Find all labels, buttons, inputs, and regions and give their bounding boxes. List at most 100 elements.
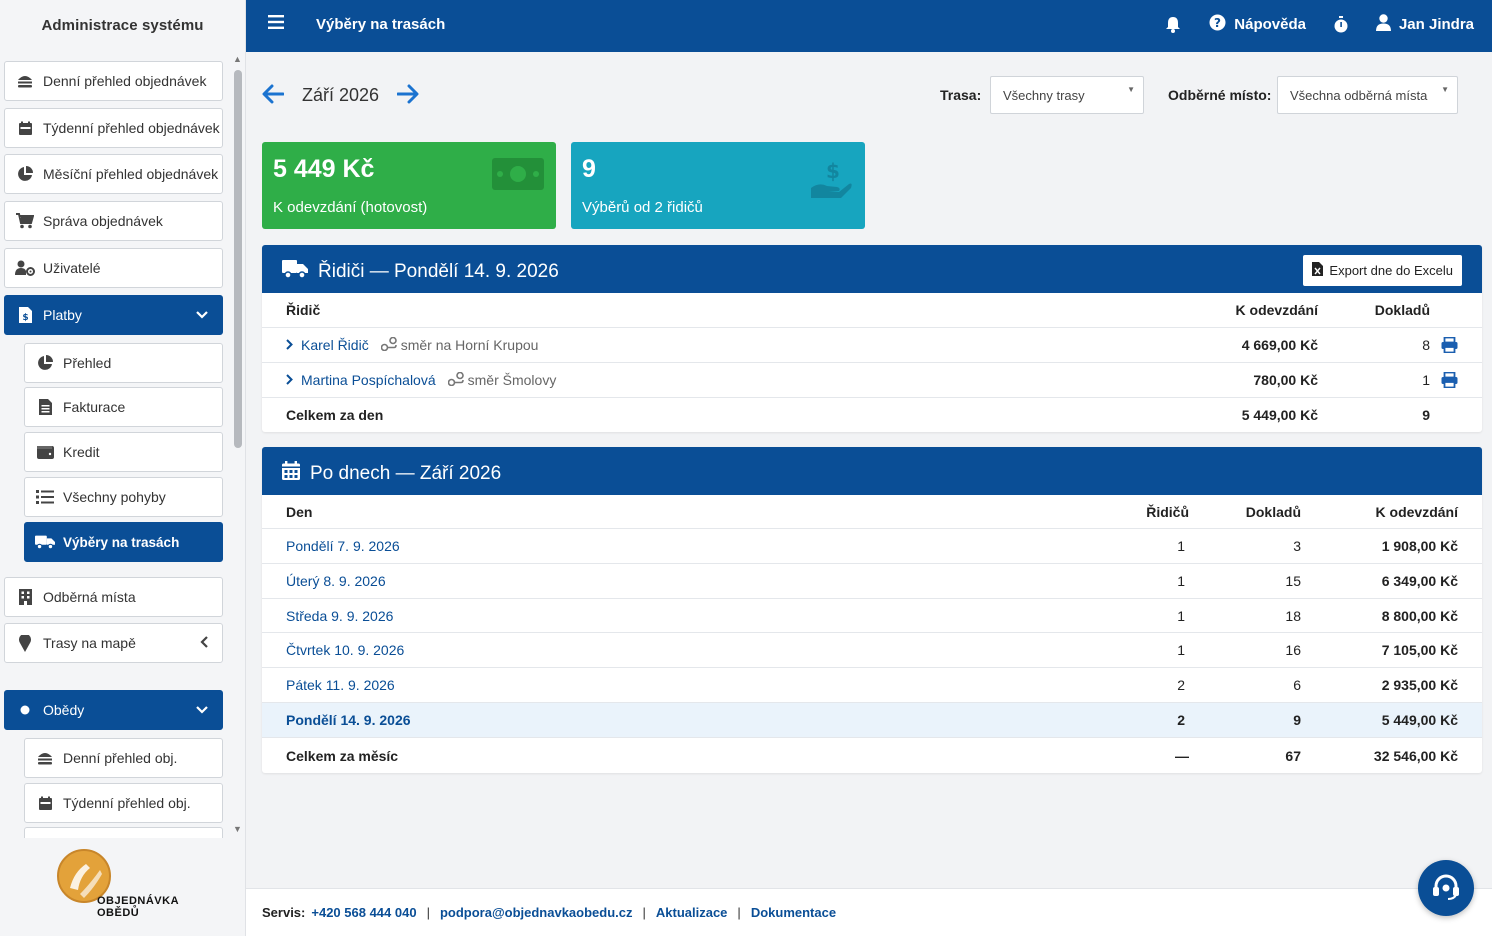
sidebar-menu: Denní přehled objednávek Týdenní přehled… xyxy=(0,52,246,838)
driver-route: směr na Horní Krupou xyxy=(400,337,539,353)
truck-icon xyxy=(35,533,55,551)
day-amount: 8 800,00 Kč xyxy=(1381,607,1458,624)
col-driver: Řidič xyxy=(286,302,321,318)
driver-docs: 1 xyxy=(1422,372,1430,388)
app-logo: OBJEDNÁVKA OBĚDŮ xyxy=(56,848,196,928)
sidebar-subitem-invoicing[interactable]: Fakturace xyxy=(24,387,223,427)
sidebar-item-users[interactable]: Uživatelé xyxy=(4,248,223,288)
table-row[interactable]: Středa 9. 9. 2026 1 18 8 800,00 Kč xyxy=(262,599,1482,633)
day-amount: 7 105,00 Kč xyxy=(1381,642,1458,658)
sidebar-item-routes-map[interactable]: Trasy na mapě xyxy=(4,623,223,663)
scroll-down-arrow[interactable]: ▼ xyxy=(233,824,242,834)
day-link[interactable]: Středa 9. 9. 2026 xyxy=(286,599,393,632)
route-icon xyxy=(380,336,397,354)
table-row-selected[interactable]: Pondělí 14. 9. 2026 2 9 5 449,00 Kč xyxy=(262,703,1482,738)
chevron-down-icon xyxy=(196,703,208,717)
sidebar-item-label: Denní přehled objednávek xyxy=(43,73,207,89)
pickup-select-value: Všechna odběrná místa xyxy=(1290,87,1428,103)
route-select[interactable]: Všechny trasy ▼ xyxy=(990,76,1144,114)
chevron-right-icon[interactable] xyxy=(286,372,293,388)
day-link[interactable]: Pondělí 14. 9. 2026 xyxy=(286,703,411,737)
drivers-table-header: Řidič K odevzdání Dokladů xyxy=(262,293,1482,328)
sidebar-subitem-credit[interactable]: Kredit xyxy=(24,432,223,472)
support-chat-button[interactable] xyxy=(1418,860,1474,916)
help-link[interactable]: ? Nápověda xyxy=(1209,14,1306,35)
table-row[interactable]: Čtvrtek 10. 9. 2026 1 16 7 105,00 Kč xyxy=(262,633,1482,668)
notifications-bell-icon[interactable] xyxy=(1165,16,1181,33)
days-total-row: Celkem za měsíc — 67 32 546,00 Kč xyxy=(262,738,1482,773)
calendar-week-icon xyxy=(35,794,55,812)
col-drivers: Řidičů xyxy=(1146,503,1189,520)
total-docs: 9 xyxy=(1422,407,1430,423)
sidebar-item-payments[interactable]: $ Platby xyxy=(4,295,223,335)
separator: | xyxy=(426,905,430,920)
user-name: Jan Jindra xyxy=(1398,16,1474,33)
export-excel-button[interactable]: Export dne do Excelu xyxy=(1303,255,1462,286)
days-panel-header: Po dnech — Září 2026 xyxy=(262,447,1482,495)
users-gear-icon xyxy=(15,259,35,277)
phone-link[interactable]: +420 568 444 040 xyxy=(311,905,416,920)
day-link[interactable]: Pátek 11. 9. 2026 xyxy=(286,668,395,702)
stopwatch-icon[interactable] xyxy=(1334,16,1348,33)
sidebar-item-lunches[interactable]: Obědy xyxy=(4,690,223,730)
sidebar-item-monthly-orders[interactable]: Měsíční přehled objednávek xyxy=(4,154,223,194)
sidebar-subitem-daily-lunch-orders[interactable]: Denní přehled obj. xyxy=(24,738,223,778)
svg-text:$: $ xyxy=(22,313,28,323)
day-link[interactable]: Čtvrtek 10. 9. 2026 xyxy=(286,633,404,667)
day-docs: 16 xyxy=(1285,642,1301,658)
sidebar-subitem-route-collections[interactable]: Výběry na trasách xyxy=(24,522,223,562)
driver-name-link[interactable]: Karel Řidič xyxy=(301,337,369,353)
email-link[interactable]: podpora@objednavkaobedu.cz xyxy=(440,905,633,920)
prev-month-arrow-icon[interactable] xyxy=(262,84,285,107)
days-panel: Po dnech — Září 2026 Den Řidičů Dokladů … xyxy=(262,447,1482,773)
building-icon xyxy=(15,588,35,606)
sidebar-item-daily-orders[interactable]: Denní přehled objednávek xyxy=(4,61,223,101)
help-label: Nápověda xyxy=(1234,16,1306,33)
day-link[interactable]: Úterý 8. 9. 2026 xyxy=(286,564,386,598)
card-label: K odevzdání (hotovost) xyxy=(273,199,428,216)
question-circle-icon: ? xyxy=(1209,14,1226,35)
menu-toggle-icon[interactable] xyxy=(268,15,284,32)
table-row[interactable]: Martina Pospíchalová směr Šmolovy 780,00… xyxy=(262,363,1482,398)
table-row[interactable]: Pondělí 7. 9. 2026 1 3 1 908,00 Kč xyxy=(262,529,1482,564)
print-icon[interactable] xyxy=(1441,363,1458,397)
print-icon[interactable] xyxy=(1441,328,1458,362)
drivers-panel-header: Řidiči — Pondělí 14. 9. 2026 Export dne … xyxy=(262,245,1482,293)
chevron-down-icon xyxy=(196,308,208,322)
total-label: Celkem za měsíc xyxy=(286,747,399,764)
card-value: 9 xyxy=(582,155,596,183)
sidebar-item-label: Výběry na trasách xyxy=(63,534,180,550)
sidebar-item-weekly-orders[interactable]: Týdenní přehled objednávek xyxy=(4,108,223,148)
sidebar-scrollbar[interactable] xyxy=(234,70,242,448)
user-menu[interactable]: Jan Jindra xyxy=(1375,14,1474,35)
table-row[interactable]: Karel Řidič směr na Horní Krupou 4 669,0… xyxy=(262,328,1482,363)
sidebar-subitem-weekly-lunch-orders[interactable]: Týdenní přehled obj. xyxy=(24,783,223,823)
route-select-value: Všechny trasy xyxy=(1003,87,1085,103)
sidebar-item-label: Týdenní přehled objednávek xyxy=(43,120,220,136)
documentation-link[interactable]: Dokumentace xyxy=(751,905,836,920)
calendar-days-icon xyxy=(282,461,310,486)
day-docs: 9 xyxy=(1293,712,1301,728)
sidebar-item-pickup-points[interactable]: Odběrná místa xyxy=(4,577,223,617)
next-month-arrow-icon[interactable] xyxy=(396,84,419,107)
total-amount: 5 449,00 Kč xyxy=(1241,407,1318,423)
sidebar-subitem-next[interactable] xyxy=(24,827,223,838)
col-amount: K odevzdání xyxy=(1375,503,1458,520)
month-navigation: Září 2026 xyxy=(262,84,419,107)
chevron-right-icon[interactable] xyxy=(286,337,293,353)
driver-name-link[interactable]: Martina Pospíchalová xyxy=(301,372,436,388)
table-row[interactable]: Pátek 11. 9. 2026 2 6 2 935,00 Kč xyxy=(262,668,1482,703)
money-bill-icon xyxy=(492,156,544,195)
scroll-up-arrow[interactable]: ▲ xyxy=(233,54,242,64)
sidebar-title: Administrace systému xyxy=(41,16,204,34)
day-link[interactable]: Pondělí 7. 9. 2026 xyxy=(286,529,400,563)
sidebar-subitem-all-transactions[interactable]: Všechny pohyby xyxy=(24,477,223,517)
pickup-point-select[interactable]: Všechna odběrná místa ▼ xyxy=(1277,76,1458,114)
sidebar-subitem-overview[interactable]: Přehled xyxy=(24,343,223,383)
day-docs: 15 xyxy=(1285,573,1301,589)
sidebar-item-order-management[interactable]: Správa objednávek xyxy=(4,201,223,241)
updates-link[interactable]: Aktualizace xyxy=(656,905,728,920)
caret-down-icon: ▼ xyxy=(1441,85,1449,94)
sidebar-item-label: Obědy xyxy=(43,702,85,718)
table-row[interactable]: Úterý 8. 9. 2026 1 15 6 349,00 Kč xyxy=(262,564,1482,599)
